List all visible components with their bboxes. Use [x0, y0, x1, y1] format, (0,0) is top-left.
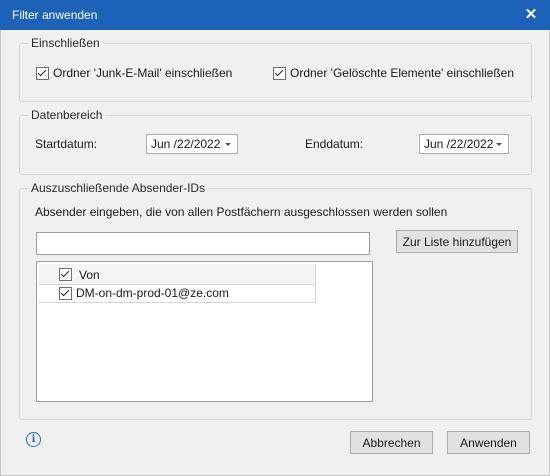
list-header: Von [39, 264, 316, 285]
window-title: Filter anwenden [12, 8, 98, 22]
include-group: Einschließen Ordner 'Junk-E-Mail' einsch… [19, 36, 532, 102]
deleted-items-label: Ordner 'Gelöschte Elemente' einschließen [290, 66, 515, 80]
date-range-group: Datenbereich Startdatum: Jun /22/2022 En… [19, 108, 532, 175]
excluded-senders-group-legend: Auszuschließende Absender-IDs [28, 181, 209, 195]
start-date-label: Startdatum: [35, 137, 98, 151]
list-item-email: DM-on-dm-prod-01@ze.com [76, 286, 229, 300]
include-group-legend: Einschließen [28, 36, 103, 50]
title-bar: Filter anwenden ✕ [0, 0, 550, 30]
chevron-down-icon [225, 143, 231, 146]
junk-folder-label: Ordner 'Junk-E-Mail' einschließen [53, 66, 233, 80]
sender-input[interactable] [36, 232, 370, 255]
junk-folder-checkbox[interactable]: Ordner 'Junk-E-Mail' einschließen [36, 66, 232, 80]
chevron-down-icon [496, 143, 502, 146]
start-date-picker[interactable]: Jun /22/2022 [146, 134, 238, 154]
close-icon[interactable]: ✕ [518, 2, 544, 26]
date-range-group-legend: Datenbereich [28, 108, 106, 122]
start-date-value: Jun /22/2022 [151, 137, 221, 151]
list-item[interactable]: DM-on-dm-prod-01@ze.com [39, 284, 316, 303]
end-date-picker[interactable]: Jun /22/2022 [419, 134, 509, 154]
end-date-label: Enddatum: [305, 137, 364, 151]
sender-list[interactable]: Von DM-on-dm-prod-01@ze.com [36, 261, 373, 402]
apply-button[interactable]: Anwenden [447, 431, 530, 454]
end-date-value: Jun /22/2022 [424, 137, 494, 151]
add-to-list-button[interactable]: Zur Liste hinzufügen [396, 230, 518, 253]
cancel-button[interactable]: Abbrechen [350, 431, 433, 454]
info-icon[interactable]: i [26, 432, 41, 447]
select-all-checkbox[interactable] [59, 268, 72, 281]
junk-folder-check-icon [36, 66, 49, 80]
filter-dialog: Einschließen Ordner 'Junk-E-Mail' einsch… [0, 30, 550, 476]
list-item-checkbox[interactable] [59, 287, 72, 300]
excluded-senders-group: Auszuschließende Absender-IDs Absender e… [19, 181, 532, 420]
sender-instruction-text: Absender eingeben, die von allen Postfäc… [35, 205, 448, 219]
deleted-items-checkbox[interactable]: Ordner 'Gelöschte Elemente' einschließen [273, 66, 514, 80]
list-header-label: Von [79, 268, 100, 282]
deleted-items-check-icon [273, 66, 286, 80]
